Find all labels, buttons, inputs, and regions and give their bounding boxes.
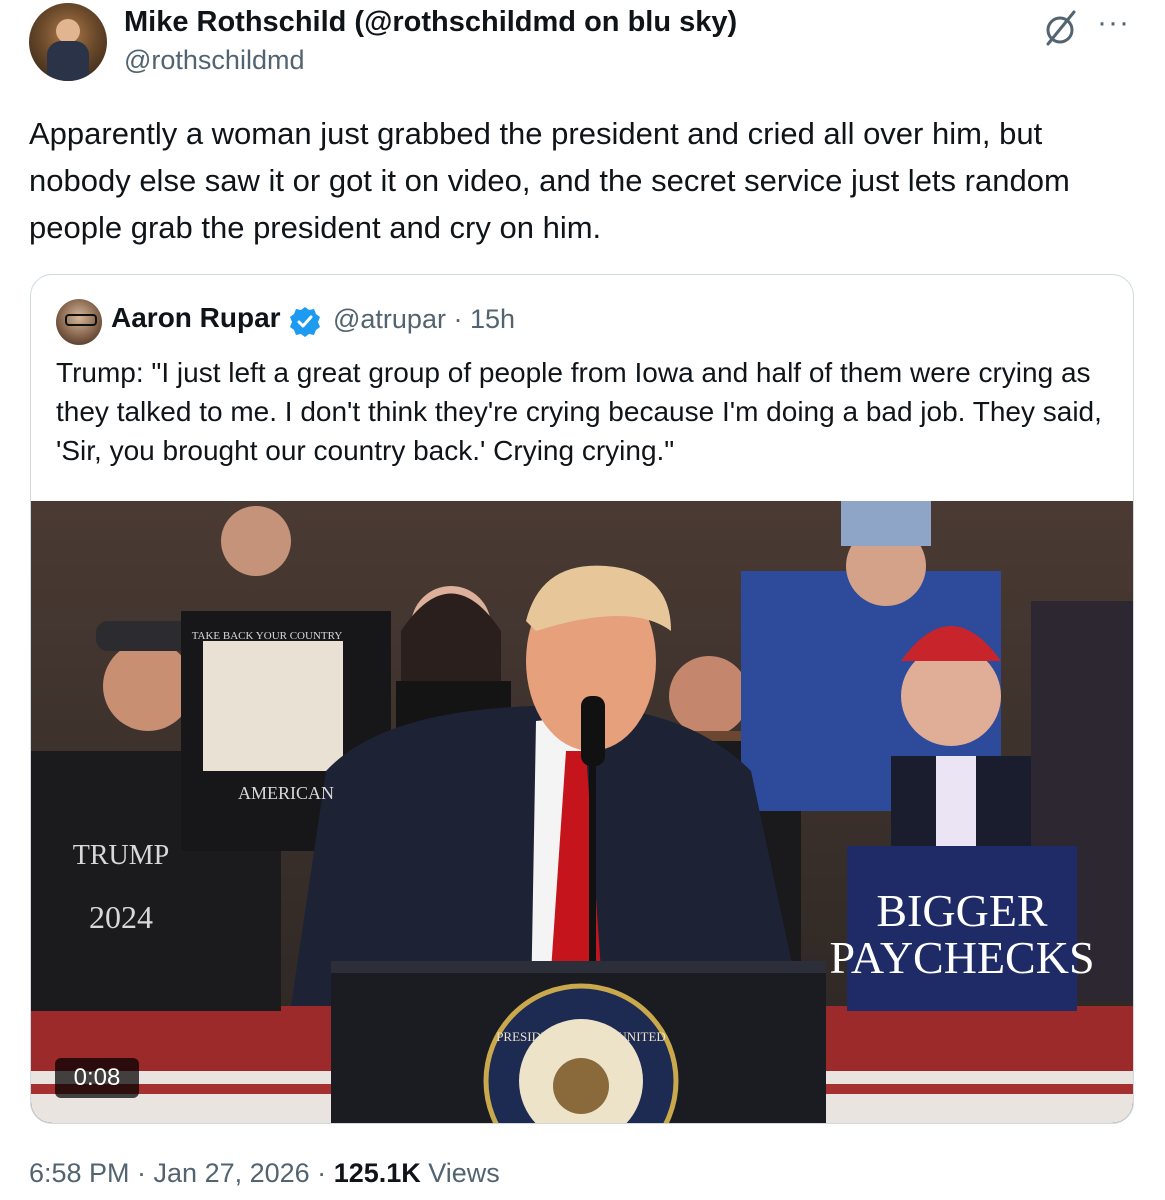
video-duration: 0:08	[55, 1058, 139, 1098]
verified-badge-icon	[290, 307, 320, 337]
author-avatar[interactable]	[29, 3, 107, 81]
quoted-age[interactable]: 15h	[470, 304, 515, 334]
post-timestamp[interactable]: 6:58 PM · Jan 27, 2026 ·	[29, 1158, 334, 1188]
quoted-meta: @atrupar · 15h	[333, 304, 515, 335]
video-player[interactable]: BIGGER PAYCHECKS TRUMP 2024 TAKE BACK YO…	[31, 501, 1133, 1123]
views-count: 125.1K	[333, 1158, 421, 1188]
quoted-post-card[interactable]: Aaron Rupar @atrupar · 15h Trump: "I jus…	[30, 274, 1134, 1124]
podium-seal-text: PRESIDENT OF THE UNITED	[496, 1029, 666, 1044]
avatar-body	[47, 41, 89, 81]
more-icon[interactable]: ···	[1097, 6, 1130, 40]
post-footer: 6:58 PM · Jan 27, 2026 · 125.1K Views	[29, 1158, 500, 1189]
shirt-text-slogan: TAKE BACK YOUR COUNTRY	[192, 630, 343, 642]
author-name[interactable]: Mike Rothschild (@rothschildmd on blu sk…	[124, 6, 737, 39]
shirt-text-trump: TRUMP	[73, 840, 169, 871]
views-label: Views	[420, 1158, 500, 1188]
shirt-text-american: AMERICAN	[238, 783, 334, 803]
quoted-text: Trump: "I just left a great group of peo…	[56, 357, 1102, 466]
shirt-text-year: 2024	[89, 899, 153, 935]
avatar-face	[56, 19, 80, 43]
post-text: Apparently a woman just grabbed the pres…	[29, 116, 1070, 245]
meta-separator: ·	[445, 304, 470, 334]
quoted-author-avatar[interactable]	[56, 299, 102, 345]
quoted-author-name[interactable]: Aaron Rupar	[111, 302, 281, 334]
sign-line2: PAYCHECKS	[829, 932, 1094, 983]
grok-icon[interactable]	[1040, 8, 1080, 48]
author-handle[interactable]: @rothschildmd	[124, 45, 304, 76]
sign-line1: BIGGER	[876, 885, 1048, 936]
video-frame: BIGGER PAYCHECKS TRUMP 2024 TAKE BACK YO…	[31, 501, 1133, 1123]
quoted-handle[interactable]: @atrupar	[333, 304, 446, 334]
